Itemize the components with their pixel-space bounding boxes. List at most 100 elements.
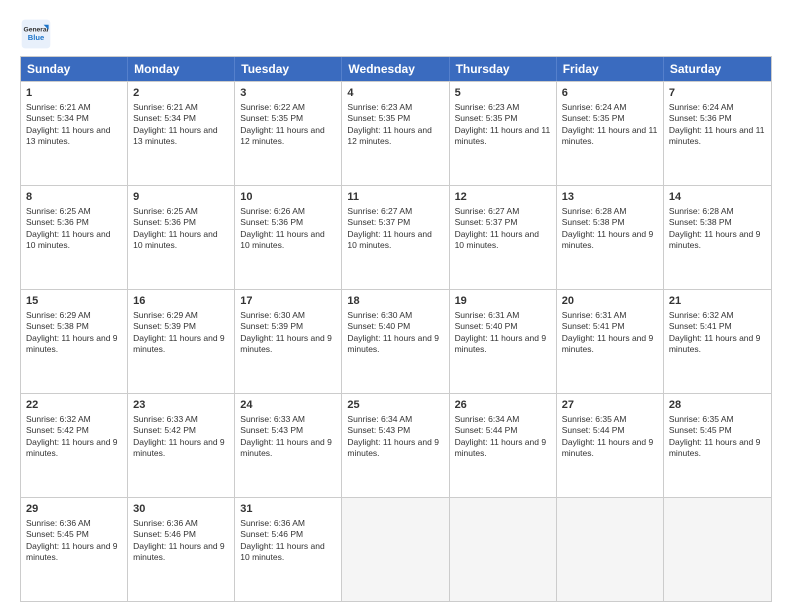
day-number: 6	[562, 86, 658, 101]
day-info: Sunrise: 6:36 AMSunset: 5:46 PMDaylight:…	[133, 518, 229, 564]
cal-cell: 15Sunrise: 6:29 AMSunset: 5:38 PMDayligh…	[21, 290, 128, 393]
day-info: Sunrise: 6:22 AMSunset: 5:35 PMDaylight:…	[240, 102, 336, 148]
day-number: 30	[133, 502, 229, 517]
day-number: 15	[26, 294, 122, 309]
day-info: Sunrise: 6:36 AMSunset: 5:45 PMDaylight:…	[26, 518, 122, 564]
day-info: Sunrise: 6:29 AMSunset: 5:38 PMDaylight:…	[26, 310, 122, 356]
cal-cell: 18Sunrise: 6:30 AMSunset: 5:40 PMDayligh…	[342, 290, 449, 393]
day-info: Sunrise: 6:25 AMSunset: 5:36 PMDaylight:…	[133, 206, 229, 252]
day-number: 16	[133, 294, 229, 309]
day-number: 12	[455, 190, 551, 205]
day-number: 29	[26, 502, 122, 517]
day-info: Sunrise: 6:33 AMSunset: 5:43 PMDaylight:…	[240, 414, 336, 460]
day-info: Sunrise: 6:28 AMSunset: 5:38 PMDaylight:…	[562, 206, 658, 252]
cal-cell	[557, 498, 664, 601]
cal-cell: 31Sunrise: 6:36 AMSunset: 5:46 PMDayligh…	[235, 498, 342, 601]
page: General Blue SundayMondayTuesdayWednesda…	[0, 0, 792, 612]
day-info: Sunrise: 6:36 AMSunset: 5:46 PMDaylight:…	[240, 518, 336, 564]
header-day-thursday: Thursday	[450, 57, 557, 81]
header-day-wednesday: Wednesday	[342, 57, 449, 81]
day-info: Sunrise: 6:28 AMSunset: 5:38 PMDaylight:…	[669, 206, 766, 252]
week-row-4: 22Sunrise: 6:32 AMSunset: 5:42 PMDayligh…	[21, 393, 771, 497]
cal-cell: 16Sunrise: 6:29 AMSunset: 5:39 PMDayligh…	[128, 290, 235, 393]
cal-cell	[450, 498, 557, 601]
day-info: Sunrise: 6:33 AMSunset: 5:42 PMDaylight:…	[133, 414, 229, 460]
day-info: Sunrise: 6:24 AMSunset: 5:36 PMDaylight:…	[669, 102, 766, 148]
cal-cell: 8Sunrise: 6:25 AMSunset: 5:36 PMDaylight…	[21, 186, 128, 289]
day-number: 4	[347, 86, 443, 101]
day-number: 28	[669, 398, 766, 413]
day-number: 23	[133, 398, 229, 413]
week-row-1: 1Sunrise: 6:21 AMSunset: 5:34 PMDaylight…	[21, 81, 771, 185]
cal-cell	[664, 498, 771, 601]
day-info: Sunrise: 6:29 AMSunset: 5:39 PMDaylight:…	[133, 310, 229, 356]
day-info: Sunrise: 6:34 AMSunset: 5:44 PMDaylight:…	[455, 414, 551, 460]
cal-cell: 3Sunrise: 6:22 AMSunset: 5:35 PMDaylight…	[235, 82, 342, 185]
cal-cell: 13Sunrise: 6:28 AMSunset: 5:38 PMDayligh…	[557, 186, 664, 289]
week-row-2: 8 Sunrise: 6:25 AMSunset: 5:36 PMDaylight…	[21, 185, 771, 289]
cal-cell: 10Sunrise: 6:26 AMSunset: 5:36 PMDayligh…	[235, 186, 342, 289]
cal-cell: 24Sunrise: 6:33 AMSunset: 5:43 PMDayligh…	[235, 394, 342, 497]
day-info: Sunrise: 6:21 AMSunset: 5:34 PMDaylight:…	[26, 102, 122, 148]
day-info: Sunrise: 6:27 AMSunset: 5:37 PMDaylight:…	[347, 206, 443, 252]
day-number: 9	[133, 190, 229, 205]
cal-cell: 5Sunrise: 6:23 AMSunset: 5:35 PMDaylight…	[450, 82, 557, 185]
cal-cell: 26Sunrise: 6:34 AMSunset: 5:44 PMDayligh…	[450, 394, 557, 497]
day-number: 20	[562, 294, 658, 309]
day-number: 13	[562, 190, 658, 205]
day-number: 7	[669, 86, 766, 101]
day-info: Sunrise: 6:32 AMSunset: 5:42 PMDaylight:…	[26, 414, 122, 460]
calendar-header: SundayMondayTuesdayWednesdayThursdayFrid…	[21, 57, 771, 81]
header: General Blue	[20, 18, 772, 50]
day-number: 1	[26, 86, 122, 101]
day-info: Sunrise: 6:23 AMSunset: 5:35 PMDaylight:…	[347, 102, 443, 148]
day-number: 18	[347, 294, 443, 309]
calendar-body: 1Sunrise: 6:21 AMSunset: 5:34 PMDaylight…	[21, 81, 771, 601]
day-info: Sunrise: 6:30 AMSunset: 5:40 PMDaylight:…	[347, 310, 443, 356]
day-number: 24	[240, 398, 336, 413]
cal-cell: 20Sunrise: 6:31 AMSunset: 5:41 PMDayligh…	[557, 290, 664, 393]
day-number: 5	[455, 86, 551, 101]
day-info: Sunrise: 6:31 AMSunset: 5:41 PMDaylight:…	[562, 310, 658, 356]
cal-cell: 2Sunrise: 6:21 AMSunset: 5:34 PMDaylight…	[128, 82, 235, 185]
cal-cell: 30Sunrise: 6:36 AMSunset: 5:46 PMDayligh…	[128, 498, 235, 601]
cal-cell: 17Sunrise: 6:30 AMSunset: 5:39 PMDayligh…	[235, 290, 342, 393]
cal-cell: 28Sunrise: 6:35 AMSunset: 5:45 PMDayligh…	[664, 394, 771, 497]
day-number: 27	[562, 398, 658, 413]
cal-cell: 11Sunrise: 6:27 AMSunset: 5:37 PMDayligh…	[342, 186, 449, 289]
day-info: Sunrise: 6:35 AMSunset: 5:44 PMDaylight:…	[562, 414, 658, 460]
day-number: 3	[240, 86, 336, 101]
day-number: 21	[669, 294, 766, 309]
cal-cell: 19Sunrise: 6:31 AMSunset: 5:40 PMDayligh…	[450, 290, 557, 393]
cal-cell: 1Sunrise: 6:21 AMSunset: 5:34 PMDaylight…	[21, 82, 128, 185]
day-number: 26	[455, 398, 551, 413]
day-info: Sunrise: 6:32 AMSunset: 5:41 PMDaylight:…	[669, 310, 766, 356]
cal-cell: 4Sunrise: 6:23 AMSunset: 5:35 PMDaylight…	[342, 82, 449, 185]
cal-cell: 29Sunrise: 6:36 AMSunset: 5:45 PMDayligh…	[21, 498, 128, 601]
day-number: 11	[347, 190, 443, 205]
week-row-3: 15Sunrise: 6:29 AMSunset: 5:38 PMDayligh…	[21, 289, 771, 393]
cal-cell: 6Sunrise: 6:24 AMSunset: 5:35 PMDaylight…	[557, 82, 664, 185]
cal-cell: 7Sunrise: 6:24 AMSunset: 5:36 PMDaylight…	[664, 82, 771, 185]
cal-cell: 9Sunrise: 6:25 AMSunset: 5:36 PMDaylight…	[128, 186, 235, 289]
cal-cell: 14Sunrise: 6:28 AMSunset: 5:38 PMDayligh…	[664, 186, 771, 289]
day-number: 10	[240, 190, 336, 205]
day-info: Sunrise: 6:21 AMSunset: 5:34 PMDaylight:…	[133, 102, 229, 148]
cal-cell: 22Sunrise: 6:32 AMSunset: 5:42 PMDayligh…	[21, 394, 128, 497]
header-day-tuesday: Tuesday	[235, 57, 342, 81]
header-day-sunday: Sunday	[21, 57, 128, 81]
day-info: Sunrise: 6:26 AMSunset: 5:36 PMDaylight:…	[240, 206, 336, 252]
day-number: 14	[669, 190, 766, 205]
day-info: Sunrise: 6:23 AMSunset: 5:35 PMDaylight:…	[455, 102, 551, 148]
day-info: Sunrise: 6:27 AMSunset: 5:37 PMDaylight:…	[455, 206, 551, 252]
day-info: Sunrise: 6:24 AMSunset: 5:35 PMDaylight:…	[562, 102, 658, 148]
day-number: 8	[26, 190, 122, 205]
cal-cell: 25Sunrise: 6:34 AMSunset: 5:43 PMDayligh…	[342, 394, 449, 497]
day-info: Sunrise: 6:34 AMSunset: 5:43 PMDaylight:…	[347, 414, 443, 460]
day-info: Sunrise: 6:31 AMSunset: 5:40 PMDaylight:…	[455, 310, 551, 356]
cal-cell: 23Sunrise: 6:33 AMSunset: 5:42 PMDayligh…	[128, 394, 235, 497]
day-number: 17	[240, 294, 336, 309]
header-day-friday: Friday	[557, 57, 664, 81]
cal-cell: 21Sunrise: 6:32 AMSunset: 5:41 PMDayligh…	[664, 290, 771, 393]
logo: General Blue	[20, 18, 52, 50]
